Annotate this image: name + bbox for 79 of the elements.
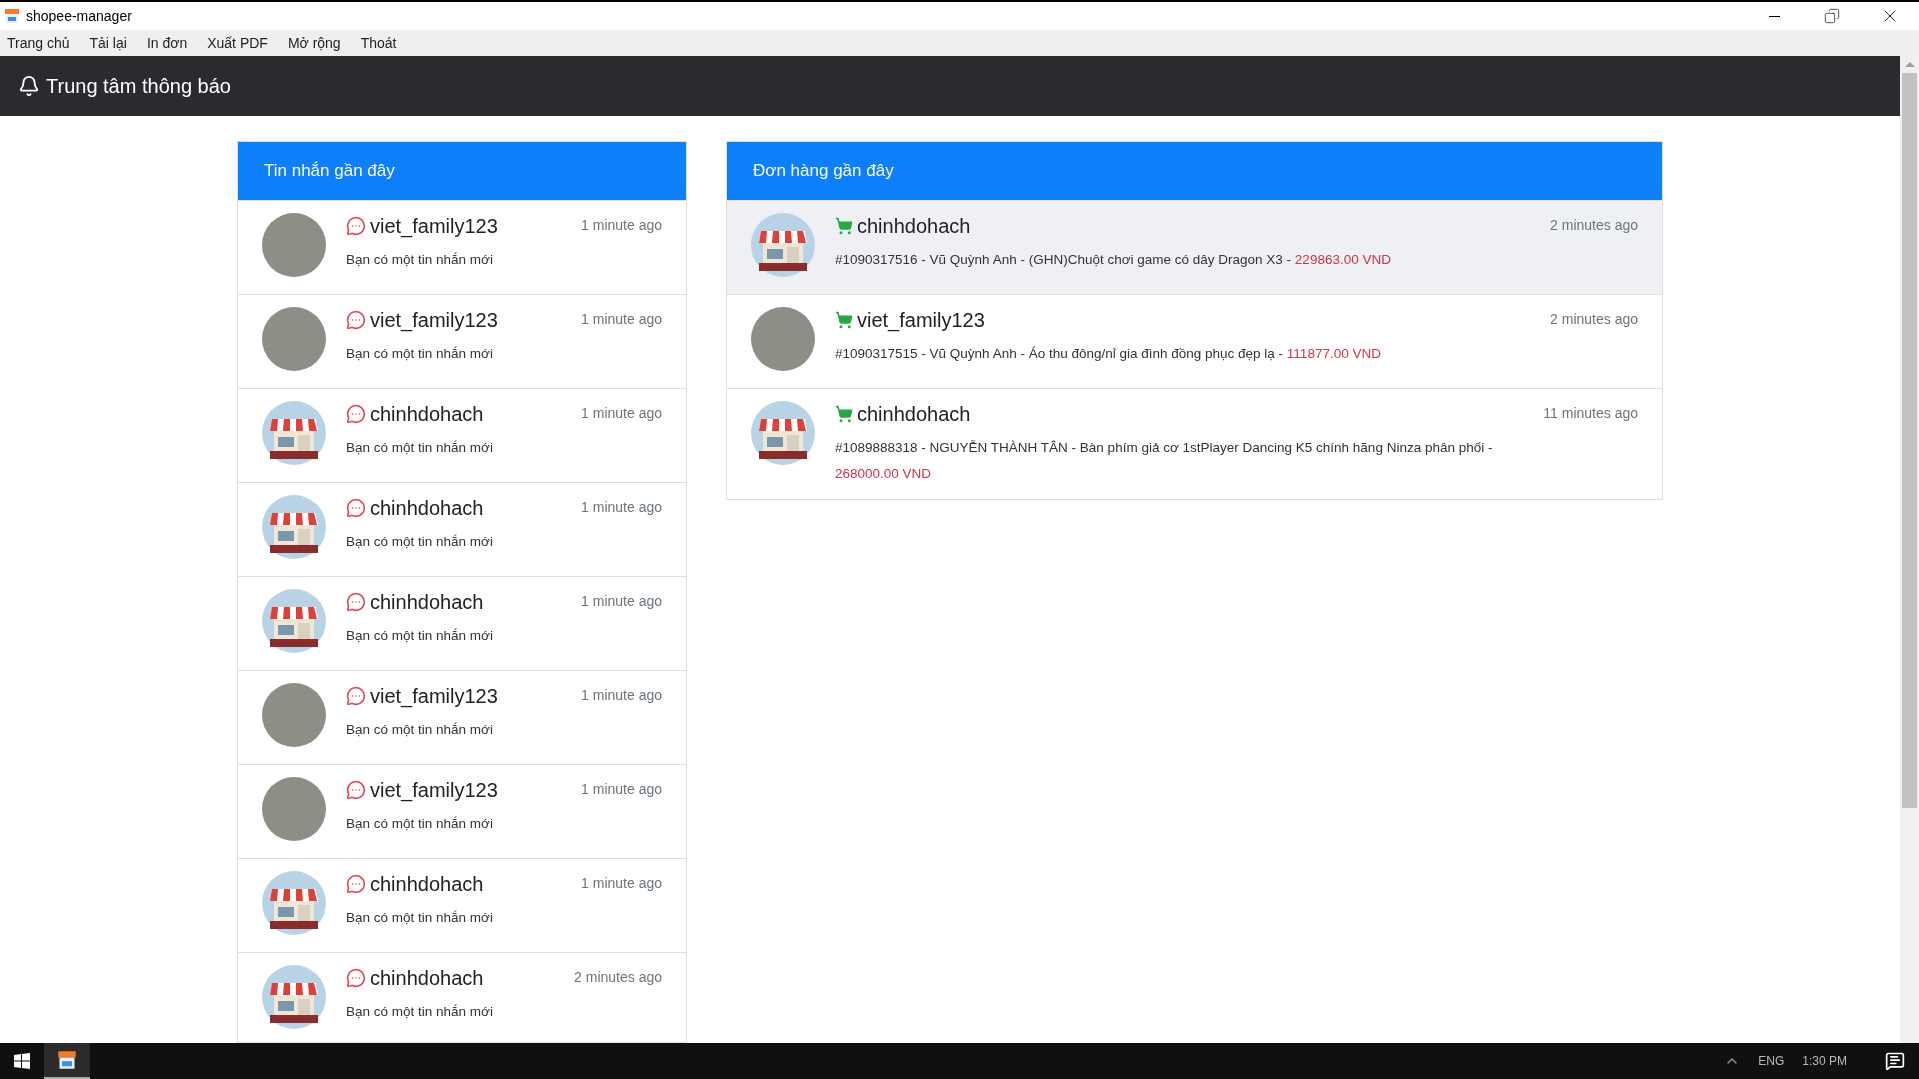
- store-avatar-drawing: [262, 495, 326, 559]
- time-ago: 1 minute ago: [581, 686, 662, 705]
- windows-logo-icon: [14, 1053, 30, 1069]
- clock[interactable]: 1:30 PM: [1802, 1052, 1847, 1070]
- store-avatar-drawing: [751, 401, 815, 465]
- message-text: Bạn có một tin nhắn mới: [346, 251, 494, 269]
- time-ago: 1 minute ago: [581, 780, 662, 799]
- card-title: Đơn hàng gần đây: [753, 160, 894, 183]
- minimize-icon: [1768, 15, 1780, 17]
- store-avatar-drawing: [262, 401, 326, 465]
- order-description: #1090317516 - Vũ Quỳnh Anh - (GHN)Chuột chơi game có dây Dragon X3 - 229863.00 VND: [835, 251, 1392, 269]
- time-ago: 11 minutes ago: [1543, 404, 1638, 423]
- scrollbar-thumb[interactable]: [1902, 73, 1917, 808]
- message-text: Bạn có một tin nhắn mới: [346, 345, 494, 363]
- menu-item[interactable]: Xuất PDF: [203, 32, 272, 54]
- chat-bubble-icon: [346, 874, 366, 894]
- username: chinhdohach: [370, 966, 484, 991]
- chat-bubble-icon: [346, 686, 366, 706]
- username: viet_family123: [857, 308, 985, 333]
- taskbar-app-button[interactable]: [44, 1043, 90, 1079]
- username: chinhdohach: [370, 590, 484, 615]
- bell-icon: [18, 75, 40, 97]
- scrollbar[interactable]: [1900, 56, 1919, 1043]
- card-title: Tin nhắn gần đây: [264, 160, 395, 183]
- window-title: shopee-manager: [26, 6, 132, 26]
- chat-bubble-icon: [346, 216, 366, 236]
- username: viet_family123: [370, 308, 498, 333]
- username: chinhdohach: [857, 402, 971, 427]
- chat-bubble-icon: [346, 310, 366, 330]
- notifications-icon[interactable]: [1885, 1051, 1905, 1071]
- chat-bubble-icon: [346, 968, 366, 988]
- restore-icon: [1824, 8, 1840, 24]
- time-ago: 1 minute ago: [581, 404, 662, 423]
- time-ago: 1 minute ago: [581, 592, 662, 611]
- cart-icon: [835, 405, 853, 423]
- message-text: Bạn có một tin nhắn mới: [346, 815, 494, 833]
- menu-item[interactable]: Mở rộng: [283, 32, 345, 54]
- message-text: Bạn có một tin nhắn mới: [346, 439, 494, 457]
- cart-icon: [835, 217, 853, 235]
- notification-row[interactable]: chinhdohach 2 minutes ago #1090317516 - Vũ Quỳnh Anh - (GHN)Chuột chơi game có dây Dragon X3 - 229863.00 VND: [727, 200, 1662, 294]
- username: viet_family123: [370, 214, 498, 239]
- menu-item[interactable]: In đơn: [142, 32, 192, 54]
- time-ago: 1 minute ago: [581, 216, 662, 235]
- chat-bubble-icon: [346, 780, 366, 800]
- page-title: Trung tâm thông báo: [46, 74, 231, 99]
- store-avatar-drawing: [751, 213, 815, 277]
- time-ago: 1 minute ago: [581, 498, 662, 517]
- store-avatar-drawing: [262, 965, 326, 1029]
- store-avatar-drawing: [262, 871, 326, 935]
- time-ago: 2 minutes ago: [1550, 310, 1638, 329]
- chat-bubble-icon: [346, 404, 366, 424]
- scroll-up-icon: [1904, 62, 1915, 67]
- time-ago: 1 minute ago: [581, 874, 662, 893]
- username: chinhdohach: [370, 402, 484, 427]
- time-ago: 2 minutes ago: [1550, 216, 1638, 235]
- chat-bubble-icon: [346, 498, 366, 518]
- time-ago: 2 minutes ago: [574, 968, 662, 987]
- chat-bubble-icon: [346, 592, 366, 612]
- time-ago: 1 minute ago: [581, 310, 662, 329]
- order-description: #1090317515 - Vũ Quỳnh Anh - Áo thu đông/nỉ gia đình đồng phục đẹp lạ - 111877.00 VND: [835, 345, 1382, 363]
- message-text: Bạn có một tin nhắn mới: [346, 909, 494, 927]
- message-text: Bạn có một tin nhắn mới: [346, 1003, 494, 1021]
- message-text: Bạn có một tin nhắn mới: [346, 533, 494, 551]
- cart-icon: [835, 311, 853, 329]
- username: chinhdohach: [857, 214, 971, 239]
- username: chinhdohach: [370, 872, 484, 897]
- message-text: Bạn có một tin nhắn mới: [346, 627, 494, 645]
- username: viet_family123: [370, 684, 498, 709]
- language-indicator[interactable]: ENG: [1758, 1052, 1785, 1070]
- menu-item[interactable]: Tải lại: [85, 32, 131, 54]
- menu-item[interactable]: Trang chủ: [3, 32, 74, 54]
- username: viet_family123: [370, 778, 498, 803]
- store-avatar-drawing: [262, 589, 326, 653]
- menu-item[interactable]: Thoát: [356, 32, 401, 54]
- order-description: #1089888318 - NGUYỄN THÀNH TÂN - Bàn phím giả cơ 1stPlayer Dancing K5 chính hãng Ninza phân phối - 268000.00 VND: [835, 439, 1494, 483]
- message-text: Bạn có một tin nhắn mới: [346, 721, 494, 739]
- username: chinhdohach: [370, 496, 484, 521]
- app-icon: [57, 1050, 77, 1070]
- app-icon: [4, 8, 20, 24]
